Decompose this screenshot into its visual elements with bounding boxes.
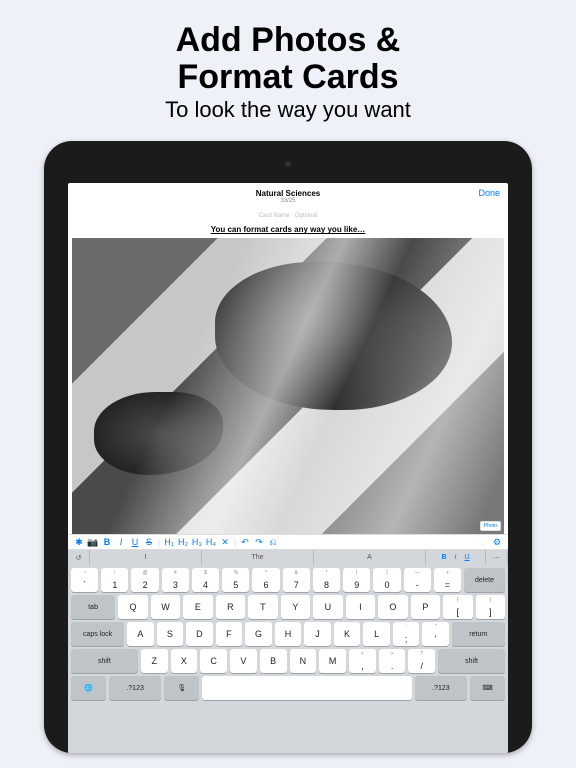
format-toolbar: ✱ 📷 B I U S | H₁ H₂ H₃ H₄ ✕ | ↶ ↷ ⎌ ⚙ (68, 534, 508, 550)
key-6[interactable]: ^6 (252, 568, 279, 592)
settings-icon[interactable]: ⚙ (490, 537, 504, 548)
key-;[interactable]: :; (393, 622, 420, 646)
key-1[interactable]: !1 (101, 568, 128, 592)
key-M[interactable]: M (319, 649, 346, 673)
key-/[interactable]: ?/ (408, 649, 435, 673)
key-mic[interactable]: 🎙 (164, 676, 199, 700)
key-numpad-l[interactable]: .?123 (109, 676, 161, 700)
key-.[interactable]: >. (379, 649, 406, 673)
key-S[interactable]: S (157, 622, 184, 646)
undo-icon[interactable]: ↶ (238, 537, 252, 548)
key-4[interactable]: $4 (192, 568, 219, 592)
h4-icon[interactable]: H₄ (204, 537, 218, 547)
key-W[interactable]: W (151, 595, 180, 619)
key-8[interactable]: *8 (313, 568, 340, 592)
key-A[interactable]: A (127, 622, 154, 646)
key-P[interactable]: P (411, 595, 440, 619)
key-G[interactable]: G (245, 622, 272, 646)
card-count: 33/25 (280, 198, 295, 204)
key-globe[interactable]: 🌐 (71, 676, 106, 700)
card-photo[interactable]: Photo (72, 238, 504, 534)
key-delete[interactable]: delete (464, 568, 505, 592)
keyboard: ~`!1@2#3$4%5^6&7*8(9)0—-+=delete tabQWER… (68, 565, 508, 753)
key-tab[interactable]: tab (71, 595, 115, 619)
key-J[interactable]: J (304, 622, 331, 646)
card-caption[interactable]: You can format cards any way you like… (68, 225, 508, 234)
key-,[interactable]: <, (349, 649, 376, 673)
key-hide[interactable]: ⌨ (470, 676, 505, 700)
key-U[interactable]: U (313, 595, 342, 619)
qb-undo[interactable]: ↺ (68, 550, 90, 565)
key-'[interactable]: "' (422, 622, 449, 646)
key-return[interactable]: return (452, 622, 505, 646)
key-Y[interactable]: Y (281, 595, 310, 619)
key-F[interactable]: F (216, 622, 243, 646)
camera-icon[interactable]: 📷 (86, 537, 100, 548)
app-screen: Natural Sciences 33/25 Done Card Name · … (68, 183, 508, 753)
key-O[interactable]: O (378, 595, 407, 619)
camera-dot (285, 161, 291, 167)
qb-more[interactable]: ⋯ (486, 550, 508, 565)
key-N[interactable]: N (290, 649, 317, 673)
key-3[interactable]: #3 (162, 568, 189, 592)
key-grave[interactable]: ~` (71, 568, 98, 592)
photo-water (72, 238, 504, 534)
reset-icon[interactable]: ⎌ (266, 537, 280, 548)
italic-icon[interactable]: I (114, 537, 128, 547)
key-H[interactable]: H (275, 622, 302, 646)
qb-sugg-2[interactable]: The (202, 550, 314, 565)
key-5[interactable]: %5 (222, 568, 249, 592)
key-[[interactable]: {[ (443, 595, 472, 619)
key-V[interactable]: V (230, 649, 257, 673)
key--[interactable]: —- (404, 568, 431, 592)
promo-subhead: To look the way you want (0, 97, 576, 123)
insert-icon[interactable]: ✱ (72, 537, 86, 548)
key-][interactable]: }] (476, 595, 505, 619)
photo-badge[interactable]: Photo (480, 521, 501, 531)
h1-icon[interactable]: H₁ (162, 537, 176, 547)
key-I[interactable]: I (346, 595, 375, 619)
key-=[interactable]: += (434, 568, 461, 592)
key-7[interactable]: &7 (283, 568, 310, 592)
key-numpad-r[interactable]: .?123 (415, 676, 467, 700)
key-E[interactable]: E (183, 595, 212, 619)
nav-bar: Natural Sciences 33/25 Done (68, 183, 508, 209)
key-D[interactable]: D (186, 622, 213, 646)
h3-icon[interactable]: H₃ (190, 537, 204, 547)
key-shift-l[interactable]: shift (71, 649, 138, 673)
bold-icon[interactable]: B (100, 537, 114, 547)
clear-icon[interactable]: ✕ (218, 537, 232, 548)
key-X[interactable]: X (171, 649, 198, 673)
key-T[interactable]: T (248, 595, 277, 619)
quicktype-bar: ↺ I The A BIU ⋯ (68, 550, 508, 565)
key-L[interactable]: L (363, 622, 390, 646)
key-Q[interactable]: Q (118, 595, 147, 619)
key-K[interactable]: K (334, 622, 361, 646)
deck-title: Natural Sciences (256, 189, 320, 198)
key-2[interactable]: @2 (131, 568, 158, 592)
key-9[interactable]: (9 (343, 568, 370, 592)
qb-sugg-1[interactable]: I (90, 550, 202, 565)
qb-format[interactable]: BIU (426, 550, 486, 565)
promo-headline: Add Photos &Format Cards (0, 22, 576, 95)
ipad-frame: Natural Sciences 33/25 Done Card Name · … (44, 141, 532, 753)
redo-icon[interactable]: ↷ (252, 537, 266, 548)
underline-icon[interactable]: U (128, 537, 142, 547)
qb-sugg-3[interactable]: A (314, 550, 426, 565)
h2-icon[interactable]: H₂ (176, 537, 190, 547)
strike-icon[interactable]: S (142, 537, 156, 547)
key-B[interactable]: B (260, 649, 287, 673)
key-capslock[interactable]: caps lock (71, 622, 124, 646)
done-button[interactable]: Done (478, 188, 500, 198)
key-shift-r[interactable]: shift (438, 649, 505, 673)
key-space[interactable] (202, 676, 412, 700)
key-R[interactable]: R (216, 595, 245, 619)
key-C[interactable]: C (200, 649, 227, 673)
key-Z[interactable]: Z (141, 649, 168, 673)
key-0[interactable]: )0 (373, 568, 400, 592)
card-name-hint[interactable]: Card Name · Optional (68, 213, 508, 219)
